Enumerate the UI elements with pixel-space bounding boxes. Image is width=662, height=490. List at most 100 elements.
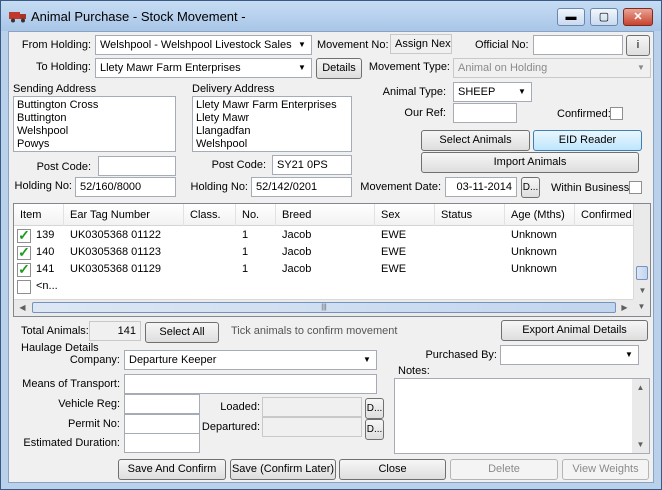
checkmark-icon[interactable]: ✓ <box>17 245 31 260</box>
sending-holding-no-input[interactable]: 52/160/8000 <box>75 177 176 197</box>
cell-no: 1 <box>242 263 249 275</box>
cell-status <box>435 227 505 244</box>
address-line: Welshpool <box>17 125 69 137</box>
table-row[interactable]: ✓ 141 UK0305368 01129 1 Jacob EWE Unknow… <box>14 261 634 278</box>
grid-horizontal-scrollbar[interactable]: ◀ ||| ▶ <box>14 299 634 316</box>
column-header-item[interactable]: Item <box>14 204 64 226</box>
haulage-details-label: Haulage Details <box>21 342 99 354</box>
column-header-no[interactable]: No. <box>236 204 276 226</box>
permit-no-input[interactable] <box>124 414 200 434</box>
dialog-body: From Holding: Welshpool - Welshpool Live… <box>8 31 654 483</box>
cell-breed: Jacob <box>282 229 312 241</box>
sending-address-label: Sending Address <box>13 83 97 95</box>
within-business-checkbox[interactable] <box>629 181 642 194</box>
scroll-down-icon[interactable]: ▼ <box>634 299 649 314</box>
column-header-ear-tag[interactable]: Ear Tag Number <box>64 204 184 226</box>
column-header-status[interactable]: Status <box>435 204 505 226</box>
scroll-up-icon[interactable]: ▲ <box>633 380 648 395</box>
sending-post-code-input[interactable] <box>98 156 176 176</box>
scroll-right-icon[interactable]: ▶ <box>617 300 632 315</box>
table-row[interactable]: ✓ 140 UK0305368 01123 1 Jacob EWE Unknow… <box>14 244 634 261</box>
address-line: Buttington <box>17 112 67 124</box>
movement-date-input[interactable]: 03-11-2014 <box>445 177 517 197</box>
window: Animal Purchase - Stock Movement - ▬ ▢ ✕… <box>0 0 662 490</box>
delivery-holding-no-input[interactable]: 52/142/0201 <box>251 177 352 197</box>
export-animal-details-button[interactable]: Export Animal Details <box>501 320 648 341</box>
notes-scrollbar[interactable]: ▲ ▼ <box>632 379 649 453</box>
grid-vertical-scrollbar[interactable]: ▼ <box>633 204 650 299</box>
chevron-down-icon: ▼ <box>518 87 526 96</box>
means-of-transport-label: Means of Transport: <box>22 378 120 390</box>
select-all-button[interactable]: Select All <box>145 322 219 343</box>
cell-class <box>184 244 236 261</box>
import-animals-button[interactable]: Import Animals <box>421 152 639 173</box>
checkmark-icon[interactable]: ✓ <box>17 262 31 277</box>
checkbox-empty-icon[interactable] <box>17 280 31 294</box>
save-and-confirm-button[interactable]: Save And Confirm <box>118 459 226 480</box>
vehicle-reg-input[interactable] <box>124 394 200 414</box>
cell-breed: Jacob <box>282 246 312 258</box>
vertical-scroll-thumb[interactable] <box>636 266 648 280</box>
company-select[interactable]: Departure Keeper ▼ <box>124 350 377 370</box>
details-button[interactable]: Details <box>316 58 362 79</box>
notes-label: Notes: <box>398 365 430 377</box>
view-weights-button: View Weights <box>562 459 649 480</box>
scroll-left-icon[interactable]: ◀ <box>15 300 30 315</box>
minimize-button[interactable]: ▬ <box>557 8 585 26</box>
to-holding-select[interactable]: Llety Mawr Farm Enterprises ▼ <box>95 58 312 78</box>
column-header-breed[interactable]: Breed <box>276 204 375 226</box>
scroll-down-icon[interactable]: ▼ <box>633 437 648 452</box>
estimated-duration-input[interactable] <box>124 433 200 453</box>
means-of-transport-input[interactable] <box>124 374 377 394</box>
info-button[interactable]: i <box>626 35 650 56</box>
movement-date-picker-button[interactable]: D... <box>521 177 540 198</box>
column-header-class[interactable]: Class. <box>184 204 236 226</box>
cell-item: 141 <box>36 263 55 275</box>
delivery-address-label: Delivery Address <box>192 83 275 95</box>
within-business-label: Within Business <box>551 182 630 194</box>
from-holding-select[interactable]: Welshpool - Welshpool Livestock Sales ▼ <box>95 35 312 55</box>
assign-next-button[interactable]: Assign Next <box>390 34 452 54</box>
eid-reader-button[interactable]: EID Reader <box>533 130 642 151</box>
close-button[interactable]: Close <box>339 459 446 480</box>
scroll-down-icon[interactable]: ▼ <box>635 283 650 298</box>
cell-breed: Jacob <box>282 263 312 275</box>
delivery-post-code-input[interactable]: SY21 0PS <box>272 155 352 175</box>
cell-status <box>435 244 505 261</box>
departured-date-picker-button[interactable]: D... <box>365 419 384 440</box>
cell-item: 140 <box>36 246 55 258</box>
chevron-down-icon: ▼ <box>298 63 306 72</box>
our-ref-input[interactable] <box>453 103 517 123</box>
column-header-sex[interactable]: Sex <box>375 204 435 226</box>
grid-header: Item Ear Tag Number Class. No. Breed Sex… <box>14 204 634 226</box>
animals-grid[interactable]: Item Ear Tag Number Class. No. Breed Sex… <box>13 203 651 317</box>
maximize-button[interactable]: ▢ <box>590 8 618 26</box>
checkmark-icon[interactable]: ✓ <box>17 228 31 243</box>
column-header-confirmed[interactable]: Confirmed <box>575 204 634 226</box>
new-row[interactable]: <n... <box>14 278 634 295</box>
animal-type-select[interactable]: SHEEP ▼ <box>453 82 532 102</box>
horizontal-scroll-thumb[interactable]: ||| <box>32 302 616 313</box>
close-window-button[interactable]: ✕ <box>623 8 653 26</box>
delivery-address-textarea[interactable]: Llety Mawr Farm Enterprises Llety Mawr L… <box>192 96 352 152</box>
column-header-age[interactable]: Age (Mths) <box>505 204 575 226</box>
save-confirm-later-button[interactable]: Save (Confirm Later) <box>230 459 336 480</box>
official-no-input[interactable] <box>533 35 623 55</box>
chevron-down-icon: ▼ <box>298 40 306 49</box>
sending-address-textarea[interactable]: Buttington Cross Buttington Welshpool Po… <box>13 96 176 152</box>
address-line: Llangadfan <box>196 125 251 137</box>
title-bar[interactable]: Animal Purchase - Stock Movement - ▬ ▢ ✕ <box>1 1 661 31</box>
movement-no-label: Movement No: <box>317 39 389 51</box>
confirmed-checkbox[interactable] <box>610 107 623 120</box>
loaded-date-picker-button[interactable]: D... <box>365 398 384 419</box>
delete-button: Delete <box>450 459 558 480</box>
cell-item: 139 <box>36 229 55 241</box>
confirmed-label: Confirmed: <box>557 108 611 120</box>
cell-no: 1 <box>242 229 249 241</box>
loaded-label: Loaded: <box>220 401 260 413</box>
table-row[interactable]: ✓ 139 UK0305368 01122 1 Jacob EWE Unknow… <box>14 227 634 244</box>
notes-textarea[interactable]: ▲ ▼ <box>394 378 650 454</box>
select-animals-button[interactable]: Select Animals <box>421 130 530 151</box>
chevron-down-icon: ▼ <box>363 355 371 364</box>
purchased-by-select[interactable]: ▼ <box>500 345 639 365</box>
